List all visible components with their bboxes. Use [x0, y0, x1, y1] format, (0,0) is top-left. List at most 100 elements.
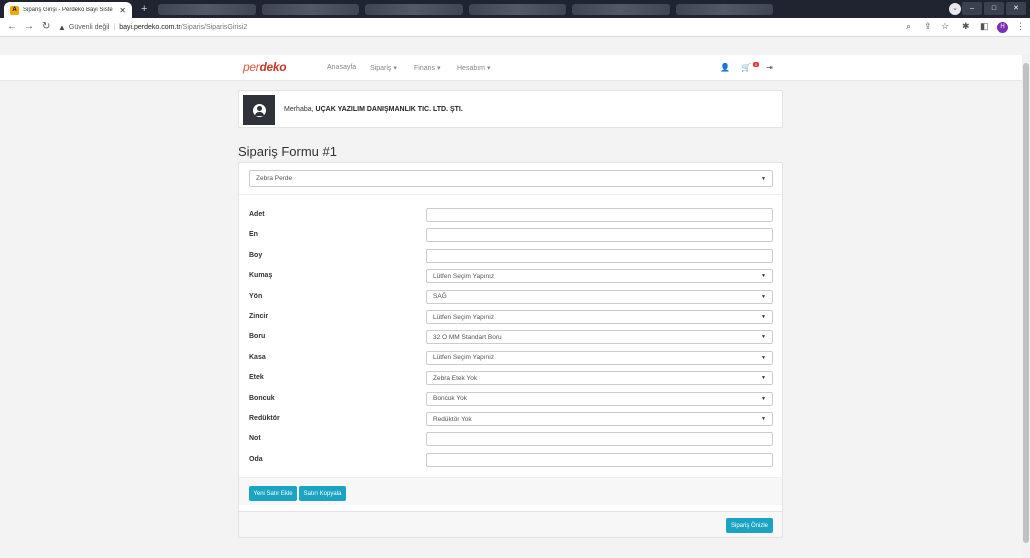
field-select[interactable]: Lütfen Seçim Yapınız ▼	[426, 350, 773, 365]
field-label: Oda	[249, 455, 263, 463]
field-input[interactable]	[426, 452, 773, 467]
select-value: Lütfen Seçim Yapınız	[433, 354, 495, 362]
cart-badge: 0	[753, 62, 759, 67]
field-select[interactable]: Lütfen Seçim Yapınız ▼	[426, 310, 773, 324]
select-value: Zebra Etek Yok	[433, 374, 478, 382]
divider	[239, 194, 782, 195]
page-scrollbar[interactable]	[1022, 55, 1030, 558]
chevron-down-icon: ▼	[761, 293, 766, 300]
field-label: Boy	[249, 251, 263, 259]
window-controls: – □ ✕	[962, 2, 1026, 15]
site-favicon-icon: A	[10, 5, 19, 15]
nav-account[interactable]: Hesabım ▾	[457, 64, 490, 72]
browser-tab[interactable]	[365, 4, 463, 15]
select-value: Lütfen Seçim Yapınız	[433, 313, 495, 321]
minimize-icon[interactable]: –	[962, 2, 982, 15]
url-host: bayi.perdeko.com.tr	[119, 24, 181, 31]
browser-tab-active[interactable]: A Sipariş Girişi - Perdeko Bayi Siste ✕	[4, 2, 132, 18]
new-tab-icon[interactable]: +	[141, 3, 147, 15]
form-title: Sipariş Formu #1	[238, 144, 337, 159]
browser-tab[interactable]	[675, 4, 773, 15]
field-select[interactable]: Redüktör Yok ▼	[426, 412, 773, 426]
field-label: Adet	[249, 211, 265, 218]
product-type-value: Zebra Perde	[256, 175, 293, 182]
scrollbar-thumb[interactable]	[1023, 63, 1029, 543]
browser-tabstrip: A Sipariş Girişi - Perdeko Bayi Siste ✕ …	[0, 0, 1030, 18]
side-panel-icon[interactable]: ◧	[980, 21, 989, 32]
field-input[interactable]	[426, 208, 773, 222]
welcome-card: Merhaba, UÇAK YAZILIM DANIŞMANLIK TIC. L…	[238, 90, 783, 128]
copy-row-button[interactable]: Satırı Kopyala	[299, 486, 346, 501]
user-icon[interactable]: 👤	[720, 63, 730, 72]
url-path: /Siparis/SiparisGirisi2	[180, 24, 248, 31]
chevron-down-icon: ▼	[761, 314, 766, 320]
top-navbar: perdeko Anasayfa Sipariş ▾ Finans ▾ Hesa…	[0, 55, 1022, 81]
browser-tab[interactable]	[261, 4, 359, 15]
chevron-down-icon: ▼	[761, 395, 766, 402]
field-select[interactable]: Lütfen Seçim Yapınız ▼	[426, 269, 773, 284]
url-text: bayi.perdeko.com.tr/Siparis/SiparisGiris…	[119, 24, 247, 31]
browser-tab[interactable]	[158, 4, 256, 15]
welcome-message: Merhaba, UÇAK YAZILIM DANIŞMANLIK TIC. L…	[284, 106, 463, 113]
back-icon[interactable]: ←	[7, 21, 17, 32]
field-label: Kasa	[249, 353, 266, 361]
bookmark-star-icon[interactable]: ☆	[941, 21, 949, 32]
maximize-icon[interactable]: □	[984, 2, 1004, 15]
tab-search-icon[interactable]: ⌄	[949, 3, 961, 15]
field-select[interactable]: 32 O MM Standart Boru ▼	[426, 330, 773, 345]
field-label: Zincir	[249, 313, 269, 320]
field-label: Kumaş	[249, 272, 273, 280]
select-value: Redüktör Yok	[433, 415, 472, 423]
chevron-down-icon: ▼	[761, 334, 766, 341]
chevron-down-icon: ▼	[761, 273, 766, 280]
field-label: Redüktör	[249, 415, 280, 422]
order-form-card: Zebra Perde ▼ Adet En Boy Kumaş Lütfen Seçim …	[238, 162, 783, 538]
field-label: Etek	[249, 374, 264, 382]
tab-close-icon[interactable]: ✕	[119, 6, 126, 15]
chevron-down-icon: ▼	[761, 354, 766, 361]
zoom-icon[interactable]: ⌕	[906, 21, 911, 32]
field-select[interactable]: SAĞ ▼	[426, 289, 773, 304]
add-row-button[interactable]: Yeni Satır Ekle	[249, 486, 297, 501]
company-name: UÇAK YAZILIM DANIŞMANLIK TIC. LTD. ŞTI.	[315, 106, 463, 113]
field-label: Boru	[249, 333, 266, 341]
logout-icon[interactable]: ⇥	[766, 63, 773, 72]
browser-tab[interactable]	[572, 4, 670, 15]
select-value: Boncuk Yok	[433, 395, 467, 403]
warning-icon[interactable]: ▲	[58, 23, 66, 32]
preview-card: Sipariş Önizle	[238, 511, 783, 538]
window-close-icon[interactable]: ✕	[1006, 2, 1026, 15]
perdeko-logo[interactable]: perdeko	[243, 60, 287, 74]
reload-icon[interactable]: ↻	[42, 21, 50, 32]
nav-home[interactable]: Anasayfa	[327, 64, 356, 71]
cart-icon[interactable]: 🛒	[741, 63, 751, 72]
nav-order[interactable]: Sipariş ▾	[370, 64, 397, 72]
field-input[interactable]	[426, 228, 773, 243]
greeting: Merhaba,	[284, 106, 316, 113]
field-input[interactable]	[426, 248, 773, 263]
tab-title: Sipariş Girişi - Perdeko Bayi Siste	[23, 7, 113, 13]
share-icon[interactable]: ⇪	[924, 21, 932, 32]
security-label: Güvenli değil	[68, 24, 110, 31]
forward-icon[interactable]: →	[24, 21, 34, 32]
select-value: Lütfen Seçim Yapınız	[433, 272, 495, 280]
extensions-icon[interactable]: ✱	[962, 21, 970, 32]
chevron-down-icon: ▼	[761, 175, 766, 182]
browser-tab[interactable]	[468, 4, 566, 15]
field-select[interactable]: Boncuk Yok ▼	[426, 391, 773, 406]
browser-toolbar: ← → ↻ ▲ Güvenli değil | bayi.perdeko.com…	[0, 18, 1030, 37]
logo-part2: deko	[259, 60, 287, 74]
other-tabs	[158, 4, 773, 15]
select-value: SAĞ	[433, 293, 447, 301]
field-select[interactable]: Zebra Etek Yok ▼	[426, 371, 773, 386]
nav-finance[interactable]: Finans ▾	[414, 64, 440, 72]
field-input[interactable]	[426, 432, 773, 447]
field-label: Not	[249, 435, 261, 443]
order-preview-button[interactable]: Sipariş Önizle	[726, 518, 773, 533]
chevron-down-icon: ▼	[761, 416, 766, 422]
browser-menu-icon[interactable]: ⋮	[1016, 21, 1025, 32]
address-bar[interactable]: ▲ Güvenli değil | bayi.perdeko.com.tr/Si…	[58, 21, 898, 34]
product-type-select[interactable]: Zebra Perde ▼	[249, 170, 773, 187]
separator: |	[113, 24, 116, 31]
profile-avatar[interactable]: H	[997, 22, 1008, 33]
